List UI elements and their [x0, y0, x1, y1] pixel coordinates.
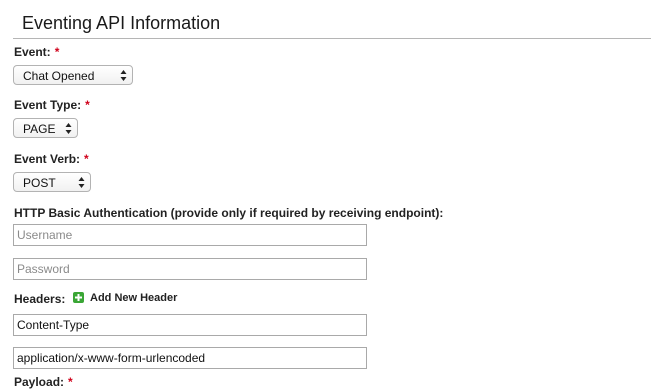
- plus-icon: [73, 292, 84, 303]
- header-value-field[interactable]: application/x-www-form-urlencoded: [13, 347, 367, 369]
- payload-label: Payload: *: [14, 375, 73, 389]
- event-label: Event: *: [14, 45, 59, 59]
- event-type-label: Event Type: *: [14, 98, 90, 112]
- username-field[interactable]: Username: [13, 224, 367, 246]
- event-verb-label: Event Verb: *: [14, 152, 89, 166]
- event-type-select-value: PAGE: [23, 122, 56, 136]
- select-arrows-icon: [78, 177, 85, 188]
- username-placeholder: Username: [17, 228, 73, 242]
- select-arrows-icon: [120, 70, 127, 81]
- event-verb-select-value: POST: [23, 176, 56, 190]
- required-marker: *: [84, 152, 89, 166]
- payload-label-text: Payload:: [14, 375, 65, 389]
- password-field[interactable]: Password: [13, 258, 367, 280]
- select-arrows-icon: [65, 123, 72, 134]
- event-type-label-text: Event Type:: [14, 98, 82, 112]
- event-verb-label-text: Event Verb:: [14, 152, 81, 166]
- event-label-text: Event:: [14, 45, 51, 59]
- add-new-header-label: Add New Header: [90, 292, 178, 304]
- event-select-value: Chat Opened: [23, 69, 95, 83]
- required-marker: *: [85, 98, 90, 112]
- required-marker: *: [54, 45, 60, 59]
- header-field[interactable]: Content-Type: [13, 314, 367, 336]
- event-verb-select[interactable]: POST: [13, 172, 91, 192]
- event-type-select[interactable]: PAGE: [13, 118, 78, 138]
- section-title: Eventing API Information: [22, 13, 221, 33]
- password-placeholder: Password: [17, 262, 70, 276]
- auth-label: HTTP Basic Authentication (provide only …: [14, 206, 444, 220]
- event-select[interactable]: Chat Opened: [13, 65, 133, 85]
- headers-label: Headers:: [14, 292, 66, 306]
- section-header: Eventing API Information: [13, 6, 651, 39]
- required-marker: *: [68, 375, 73, 389]
